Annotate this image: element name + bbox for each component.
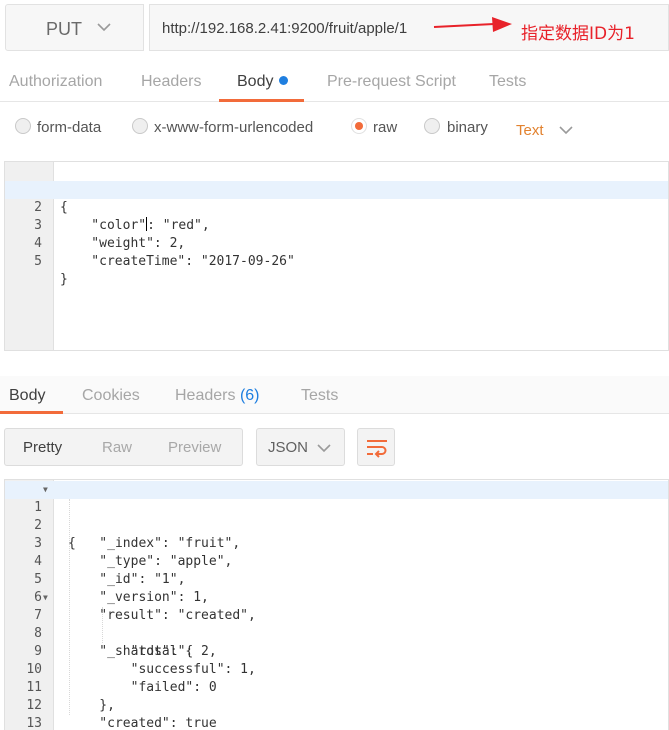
code-line: 8 "total": 2, [5,607,668,659]
raw-format-dropdown[interactable]: Text [516,122,544,139]
chevron-down-icon [559,126,573,135]
radio-binary-label[interactable]: binary [447,119,488,136]
active-tab-indicator [0,411,63,414]
response-tabs: Body Cookies Headers (6) Tests [0,376,669,414]
response-format-dropdown[interactable]: JSON [256,428,345,466]
code-line: 1 ▼ { [5,481,668,551]
tab-headers[interactable]: Headers [141,73,201,91]
response-format-label: JSON [268,439,309,456]
code-text: } [60,272,68,287]
code-line: 5 "_version": 1, [5,553,668,605]
radio-form-data-label[interactable]: form-data [37,119,101,136]
arrow-left-icon [433,17,512,32]
method-dropdown[interactable]: PUT [5,4,144,51]
tab-authorization[interactable]: Authorization [9,73,102,91]
code-line: 10 "failed": 0 [5,643,668,695]
wrap-lines-icon [367,440,387,458]
code-line: 3 "_type": "apple", [5,517,668,569]
code-line: 6 "result": "created", [5,571,668,623]
code-line: 11 }, [5,661,668,713]
tab-body[interactable]: Body [237,73,289,91]
request-body-editor[interactable]: 1 { 2 "color": "red", 3 "weight": 2, 4 "… [4,161,669,351]
code-text: "created": true [68,716,217,730]
method-label: PUT [46,19,82,39]
modified-dot-icon [279,76,289,85]
code-line: 12 "created": true [5,679,668,730]
request-tabs: Authorization Headers Body Pre-request S… [0,62,669,102]
view-preview[interactable]: Preview [168,439,221,456]
annotation-label: 指定数据ID为1 [521,24,635,44]
code-line: 4 "createTime": "2017-09-26" [5,217,668,269]
code-line: 2 "color": "red", [5,181,668,233]
tab-response-headers-label: Headers [175,387,236,404]
body-type-selector: form-data x-www-form-urlencoded raw bina… [0,108,669,150]
active-tab-indicator [219,99,304,102]
code-line: 2 "_index": "fruit", [5,499,668,551]
code-line: 1 { [5,163,668,215]
fold-arrow-icon[interactable]: ▼ [43,589,48,607]
headers-count: (6) [239,387,260,404]
radio-binary[interactable] [424,118,440,134]
line-number: 5 [34,254,42,269]
tab-cookies[interactable]: Cookies [82,387,140,405]
chevron-down-icon [317,444,331,453]
radio-raw-label[interactable]: raw [373,119,397,136]
radio-raw[interactable] [351,118,367,134]
response-body-viewer[interactable]: 1 ▼ { 2 "_index": "fruit", 3 "_type": "a… [4,479,669,730]
tab-response-body[interactable]: Body [9,387,45,405]
tab-pre-request-script[interactable]: Pre-request Script [327,73,456,91]
code-line: 13 } [5,697,668,730]
url-text: http://192.168.2.41:9200/fruit/apple/1 [162,20,408,37]
tab-response-tests[interactable]: Tests [301,387,338,405]
radio-urlencoded[interactable] [132,118,148,134]
fold-arrow-icon[interactable]: ▼ [43,481,48,499]
code-line: 4 "_id": "1", [5,535,668,587]
radio-form-data[interactable] [15,118,31,134]
view-mode-switch: Pretty Raw Preview [4,428,243,466]
code-line: 9 "successful": 1, [5,625,668,677]
response-toolbar: Pretty Raw Preview JSON [0,422,669,472]
view-raw[interactable]: Raw [102,439,132,456]
request-url-bar: PUT http://192.168.2.41:9200/fruit/apple… [0,0,669,56]
tab-response-headers[interactable]: Headers (6) [175,387,260,405]
wrap-lines-button[interactable] [357,428,395,466]
code-line: 7 ▼ "_shards": { [5,589,668,659]
radio-urlencoded-label[interactable]: x-www-form-urlencoded [154,119,313,136]
tab-body-label: Body [237,73,274,90]
tab-tests[interactable]: Tests [489,73,526,91]
line-number: 13 [26,716,42,730]
chevron-down-icon [97,23,111,32]
code-text: "createTime": "2017-09-26" [60,254,295,269]
code-line: 3 "weight": 2, [5,199,668,251]
view-pretty[interactable]: Pretty [23,439,62,456]
code-line: 5 } [5,235,668,287]
